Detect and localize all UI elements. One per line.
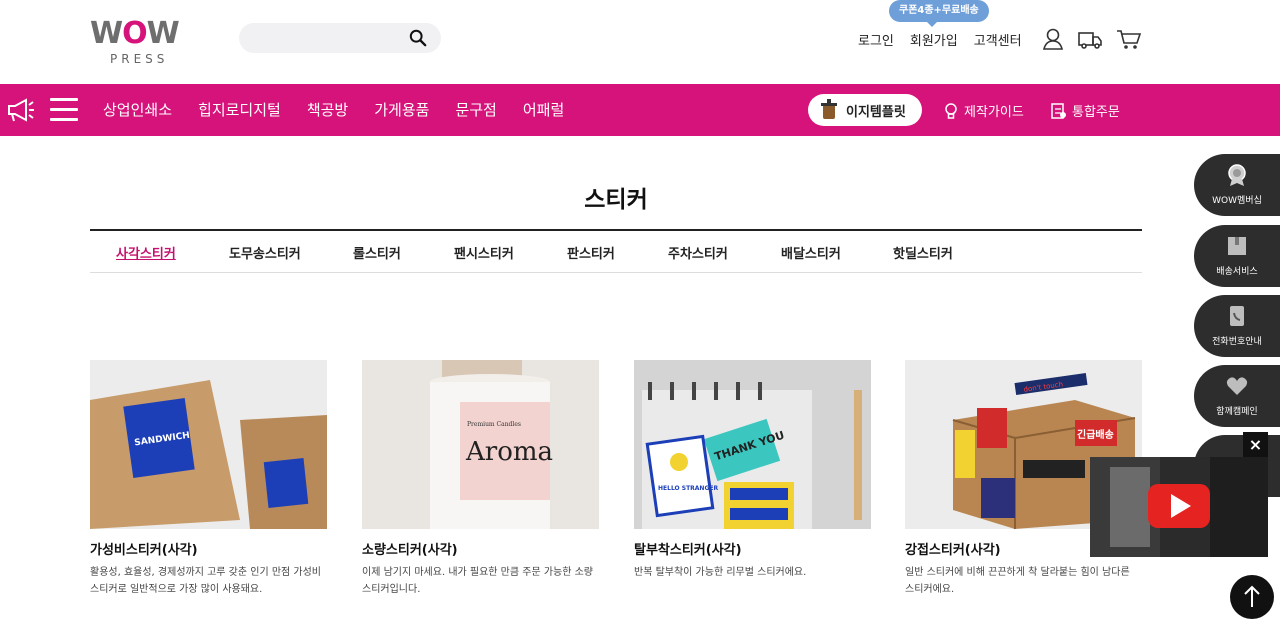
phone-icon bbox=[1230, 306, 1244, 326]
arrow-up-icon bbox=[1244, 585, 1260, 607]
integrated-order-link[interactable]: 통합주문 bbox=[1051, 101, 1120, 120]
product-name[interactable]: 소량스티커(사각) bbox=[362, 539, 599, 558]
quick-phone-label: 전화번호안내 bbox=[1212, 337, 1262, 347]
quick-delivery-label: 배송서비스 bbox=[1216, 267, 1258, 277]
product-desc: 활용성, 효율성, 경제성까지 고루 갖춘 인기 만점 가성비 스티커로 일반적… bbox=[90, 567, 322, 595]
tab-sheet-sticker[interactable]: 판스티커 bbox=[567, 243, 615, 262]
tab-delivery-sticker[interactable]: 배달스티커 bbox=[781, 243, 841, 262]
product-card-value[interactable]: SANDWICH 가성비스티커(사각) 활용성, 효율성, 경제성까지 고루 갖… bbox=[90, 360, 327, 598]
logo-word: WOW bbox=[90, 16, 180, 51]
nav-items: 상업인쇄소 힙지로디지털 책공방 가게용품 문구점 어패럴 bbox=[103, 99, 590, 120]
coupon-badge: 쿠폰4종+무료배송 bbox=[889, 0, 989, 27]
back-to-top-button[interactable] bbox=[1230, 575, 1274, 619]
easy-template-label: 이지템플릿 bbox=[846, 104, 906, 120]
product-image-notebook[interactable]: THANK YOU HELLO STRANGER bbox=[634, 360, 871, 529]
product-name[interactable]: 탈부착스티커(사각) bbox=[634, 539, 871, 558]
logo-sub: PRESS bbox=[110, 52, 169, 66]
video-popup[interactable] bbox=[1090, 457, 1268, 557]
production-guide-link[interactable]: 제작가이드 bbox=[943, 101, 1024, 120]
integrated-order-label: 통합주문 bbox=[1072, 105, 1120, 120]
tab-thomson-sticker[interactable]: 도무송스티커 bbox=[229, 243, 301, 262]
video-close-button[interactable]: × bbox=[1243, 432, 1268, 457]
lightbulb-icon bbox=[945, 102, 957, 119]
cup-icon bbox=[821, 99, 837, 119]
product-card-removable[interactable]: THANK YOU HELLO STRANGER 탈부착스티커(사각) 반복 탈… bbox=[634, 360, 871, 581]
page: WOW PRESS 쿠폰4종+무료배송 로그인 회원가입 고객센터 상업인쇄소 … bbox=[0, 0, 1280, 635]
megaphone-icon[interactable] bbox=[6, 97, 36, 123]
truck-icon[interactable] bbox=[1077, 27, 1103, 51]
tab-fancy-sticker[interactable]: 팬시스티커 bbox=[454, 243, 514, 262]
tab-roll-sticker[interactable]: 롤스티커 bbox=[353, 243, 401, 262]
category-tabs: 사각스티커 도무송스티커 롤스티커 팬시스티커 판스티커 주차스티커 배달스티커… bbox=[90, 229, 1142, 273]
signup-link[interactable]: 회원가입 bbox=[910, 30, 958, 49]
quick-campaign-label: 함께캠페인 bbox=[1216, 407, 1258, 417]
nav-item-book-workshop[interactable]: 책공방 bbox=[307, 99, 348, 120]
heart-icon bbox=[1226, 377, 1248, 395]
product-name[interactable]: 가성비스티커(사각) bbox=[90, 539, 327, 558]
header: WOW PRESS 쿠폰4종+무료배송 로그인 회원가입 고객센터 bbox=[0, 0, 1280, 84]
svg-text:긴급배송: 긴급배송 bbox=[1077, 428, 1114, 441]
product-desc: 반복 탈부착이 가능한 리무벌 스티커에요. bbox=[634, 567, 807, 578]
product-card-small-qty[interactable]: Premium Candles Aroma 소량스티커(사각) 이제 남기지 마… bbox=[362, 360, 599, 598]
search-input[interactable] bbox=[239, 23, 441, 53]
search-icon[interactable] bbox=[409, 29, 427, 47]
nav-item-apparel[interactable]: 어패럴 bbox=[523, 99, 564, 120]
quick-phone-guide[interactable]: 전화번호안내 bbox=[1194, 295, 1280, 357]
user-icon[interactable] bbox=[1040, 27, 1066, 51]
box-icon bbox=[1228, 237, 1246, 255]
svg-text:HELLO STRANGER: HELLO STRANGER bbox=[658, 485, 718, 492]
easy-template-button[interactable]: 이지템플릿 bbox=[808, 94, 922, 126]
top-links: 로그인 회원가입 고객센터 bbox=[858, 30, 1022, 49]
customer-center-link[interactable]: 고객센터 bbox=[974, 30, 1022, 49]
product-desc: 이제 남기지 마세요. 내가 필요한 만큼 주문 가능한 소량 스티커입니다. bbox=[362, 567, 594, 595]
tab-parking-sticker[interactable]: 주차스티커 bbox=[668, 243, 728, 262]
nav-item-hipjiro-digital[interactable]: 힙지로디지털 bbox=[198, 99, 281, 120]
order-icon bbox=[1051, 102, 1066, 119]
quick-membership[interactable]: WOW멤버십 bbox=[1194, 154, 1280, 216]
product-desc: 일반 스티커에 비해 끈끈하게 착 달라붙는 힘이 남다른 스티커에요. bbox=[905, 567, 1130, 595]
quick-campaign[interactable]: 함께캠페인 bbox=[1194, 365, 1280, 427]
logo[interactable]: WOW PRESS bbox=[90, 18, 202, 68]
quick-delivery-service[interactable]: 배송서비스 bbox=[1194, 225, 1280, 287]
svg-text:Aroma: Aroma bbox=[465, 437, 553, 467]
hamburger-menu-icon[interactable] bbox=[50, 98, 78, 122]
product-image-sandwich[interactable]: SANDWICH bbox=[90, 360, 327, 529]
cart-icon[interactable] bbox=[1116, 27, 1142, 51]
product-image-candle[interactable]: Premium Candles Aroma bbox=[362, 360, 599, 529]
badge-icon bbox=[1228, 164, 1246, 186]
main-nav: 상업인쇄소 힙지로디지털 책공방 가게용품 문구점 어패럴 이지템플릿 제작가이… bbox=[0, 84, 1280, 136]
login-link[interactable]: 로그인 bbox=[858, 30, 894, 49]
page-title: 스티커 bbox=[584, 187, 648, 213]
nav-item-stationery[interactable]: 문구점 bbox=[455, 99, 496, 120]
tab-hotdeal-sticker[interactable]: 핫딜스티커 bbox=[893, 243, 953, 262]
quick-membership-label: WOW멤버십 bbox=[1212, 196, 1262, 206]
production-guide-label: 제작가이드 bbox=[964, 105, 1024, 120]
nav-item-commercial-print[interactable]: 상업인쇄소 bbox=[103, 99, 172, 120]
svg-text:Premium Candles: Premium Candles bbox=[467, 421, 521, 428]
tab-square-sticker[interactable]: 사각스티커 bbox=[116, 243, 176, 262]
nav-item-store-supplies[interactable]: 가게용품 bbox=[374, 99, 429, 120]
